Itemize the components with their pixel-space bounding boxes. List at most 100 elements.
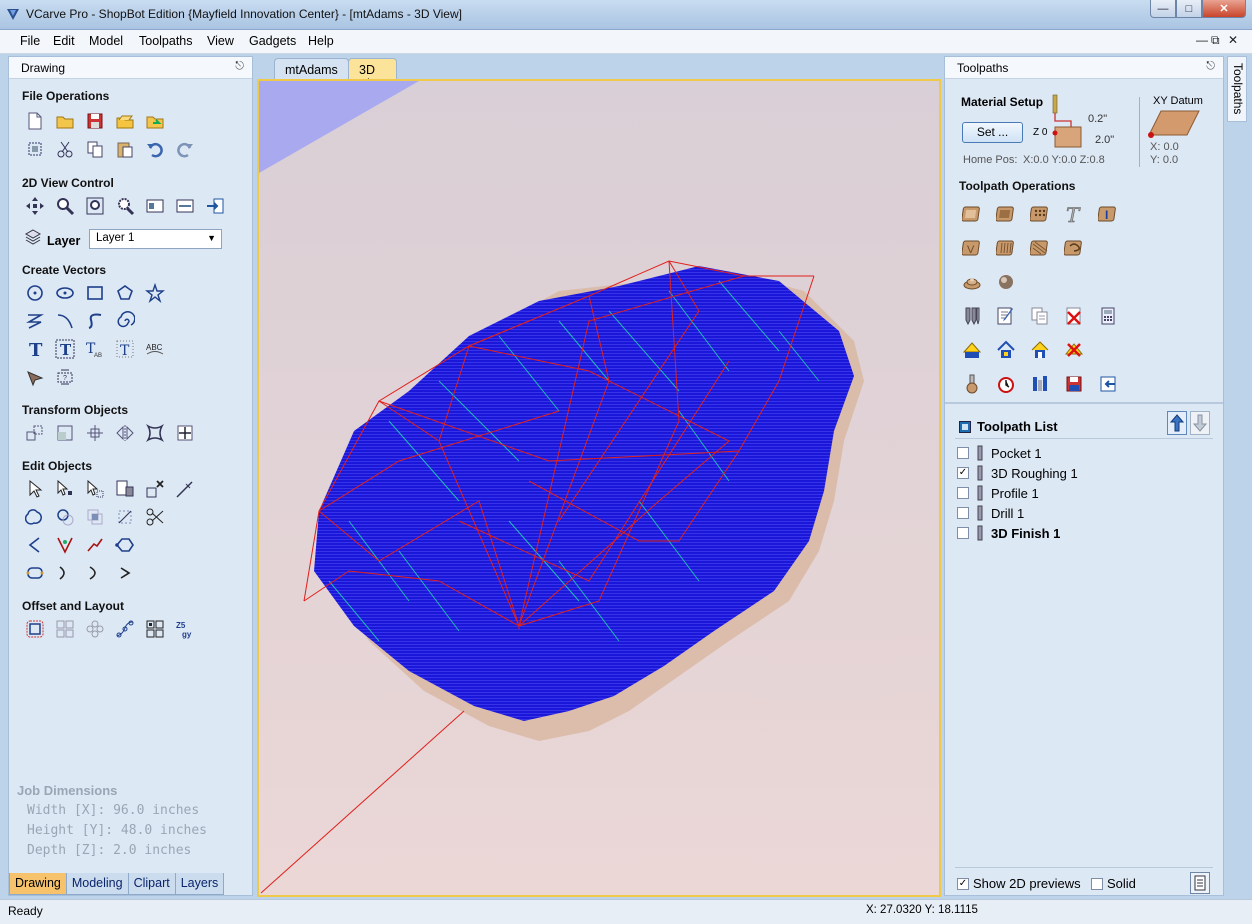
material-set-button[interactable]: Set ... [962, 122, 1023, 143]
undo-icon[interactable] [142, 137, 168, 161]
subtract-icon[interactable] [52, 505, 78, 529]
toolpath-checkbox[interactable]: ✓ [957, 467, 969, 479]
trace-bitmap-icon[interactable] [22, 365, 48, 389]
mdi-minimize-icon[interactable]: — [1196, 33, 1208, 47]
extend-end-icon[interactable] [112, 561, 138, 585]
polyline-icon[interactable] [22, 309, 48, 333]
merge-toolpaths-icon[interactable] [1025, 301, 1055, 331]
zoom-in-icon[interactable] [52, 194, 78, 218]
curve-icon[interactable] [82, 309, 108, 333]
fluting-toolpath-icon[interactable] [991, 233, 1021, 263]
cut-icon[interactable] [52, 137, 78, 161]
open-folder-icon[interactable] [52, 109, 78, 133]
toolpath-list-item[interactable]: 3D Finish 1 [957, 524, 1060, 542]
pin-icon[interactable]: ⎋ [235, 60, 244, 73]
select-all-icon[interactable] [22, 137, 48, 161]
tab-clipart[interactable]: Clipart [127, 873, 176, 895]
rectangle-icon[interactable] [82, 281, 108, 305]
measure-icon[interactable] [172, 477, 198, 501]
circular-array-icon[interactable] [82, 617, 108, 641]
vcarve-text-toolpath-icon[interactable]: T [1059, 199, 1089, 229]
menu-gadgets[interactable]: Gadgets [249, 34, 296, 48]
delete-vector-icon[interactable] [142, 477, 168, 501]
spiral-icon[interactable] [112, 309, 138, 333]
menu-edit[interactable]: Edit [53, 34, 75, 48]
intersect-icon[interactable] [82, 505, 108, 529]
pocket-toolpath-icon[interactable] [991, 199, 1021, 229]
view-horizontal-icon[interactable] [172, 194, 198, 218]
inlay-toolpath-icon[interactable]: I [1093, 199, 1123, 229]
edit-toolpath-icon[interactable] [991, 301, 1021, 331]
toolpath-summary-button[interactable] [1190, 872, 1210, 894]
redo-icon[interactable] [172, 137, 198, 161]
zoom-extents-icon[interactable] [82, 194, 108, 218]
fillet-icon[interactable] [52, 533, 78, 557]
weld-icon[interactable] [22, 505, 48, 529]
reset-preview-icon[interactable] [1025, 335, 1055, 365]
preview-all-icon[interactable] [991, 335, 1021, 365]
pan-icon[interactable] [22, 194, 48, 218]
import-icon[interactable] [142, 109, 168, 133]
close-vector-icon[interactable] [22, 561, 48, 585]
offset-icon[interactable] [22, 617, 48, 641]
toolpath-checkbox[interactable] [957, 447, 969, 459]
pin-icon[interactable]: ⎋ [1206, 60, 1215, 73]
smooth-vector-icon[interactable] [82, 561, 108, 585]
tab-mtadams[interactable]: mtAdams [274, 58, 349, 80]
tab-3d-view[interactable]: 3D View [348, 58, 397, 91]
trim-icon[interactable] [112, 505, 138, 529]
toolpaths-side-tab[interactable]: Toolpaths [1227, 56, 1247, 122]
node-edit-icon[interactable] [52, 477, 78, 501]
text-arc-icon[interactable]: T [112, 337, 138, 361]
copy-along-vector-icon[interactable] [112, 617, 138, 641]
new-file-icon[interactable] [22, 109, 48, 133]
tab-layers[interactable]: Layers [174, 873, 225, 895]
nesting-icon[interactable] [142, 617, 168, 641]
maximize-button[interactable]: □ [1176, 0, 1202, 18]
toolpath-list-item[interactable]: ✓ 3D Roughing 1 [957, 464, 1078, 482]
star-icon[interactable] [142, 281, 168, 305]
menu-model[interactable]: Model [89, 34, 123, 48]
preview-selected-icon[interactable] [957, 335, 987, 365]
save-toolpath-icon[interactable] [1059, 369, 1089, 399]
prism-toolpath-icon[interactable] [1059, 233, 1089, 263]
array-copy-icon[interactable] [52, 617, 78, 641]
move-up-button[interactable] [1167, 411, 1187, 435]
menu-toolpaths[interactable]: Toolpaths [139, 34, 193, 48]
scissors-icon[interactable] [142, 505, 168, 529]
close-button[interactable]: ✕ [1202, 0, 1246, 18]
menu-help[interactable]: Help [308, 34, 334, 48]
distort-icon[interactable] [142, 421, 168, 445]
bitmap-edit-icon[interactable] [112, 477, 138, 501]
toolpath-list-item[interactable]: Pocket 1 [957, 444, 1042, 462]
menu-view[interactable]: View [207, 34, 234, 48]
minimize-button[interactable]: — [1150, 0, 1176, 18]
tab-modeling[interactable]: Modeling [65, 873, 129, 895]
toolpath-checkbox[interactable] [957, 487, 969, 499]
texture-toolpath-icon[interactable] [1025, 233, 1055, 263]
ellipse-icon[interactable] [52, 281, 78, 305]
interactive-select-icon[interactable] [82, 477, 108, 501]
plate-layout-icon[interactable]: Z5 gy [172, 617, 198, 641]
toolpath-checkbox[interactable] [957, 527, 969, 539]
select-arrow-icon[interactable] [22, 477, 48, 501]
extend-vector-icon[interactable] [52, 561, 78, 585]
move-down-button[interactable] [1190, 411, 1210, 435]
3d-view-canvas[interactable] [257, 79, 941, 897]
text-on-curve-icon[interactable]: T AB [82, 337, 108, 361]
curve-fit-icon[interactable] [82, 533, 108, 557]
export-toolpath-icon[interactable] [1093, 369, 1123, 399]
mdi-close-icon[interactable]: ✕ [1228, 33, 1238, 47]
open-file-icon[interactable] [112, 109, 138, 133]
view-export-icon[interactable] [202, 194, 228, 218]
arc-icon[interactable] [52, 309, 78, 333]
solid-checkbox[interactable] [1091, 877, 1103, 890]
save-icon[interactable] [82, 109, 108, 133]
drilling-toolpath-icon[interactable] [1025, 199, 1055, 229]
toolpath-checkbox[interactable] [957, 507, 969, 519]
circle-icon[interactable] [22, 281, 48, 305]
toolpath-list-item[interactable]: Drill 1 [957, 504, 1024, 522]
3d-roughing-toolpath-icon[interactable] [957, 267, 987, 297]
join-vectors-icon[interactable] [112, 533, 138, 557]
mdi-restore-icon[interactable]: ⧉ [1211, 33, 1220, 48]
